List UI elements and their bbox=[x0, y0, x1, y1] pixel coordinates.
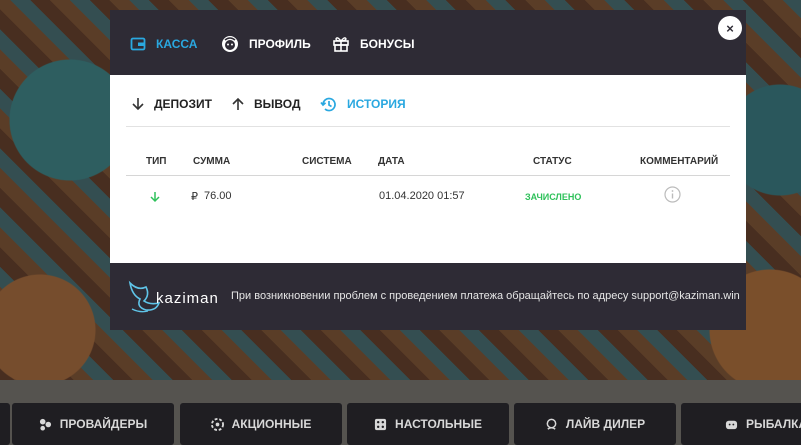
column-header-type: ТИП bbox=[146, 156, 167, 167]
subtab-label: ИСТОРИЯ bbox=[347, 97, 406, 111]
live-dealer-icon bbox=[546, 418, 557, 430]
nav-button-table-games[interactable]: НАСТОЛЬНЫЕ bbox=[347, 403, 509, 445]
tab-label: ПРОФИЛЬ bbox=[249, 37, 311, 51]
tab-label: КАССА bbox=[156, 37, 198, 51]
subtab-label: ВЫВОД bbox=[254, 97, 301, 111]
nav-button-live-dealer[interactable]: ЛАЙВ ДИЛЕР bbox=[514, 403, 676, 445]
table-row: ₽ 76.00 01.04.2020 01:57 ЗАЧИСЛЕНО bbox=[126, 176, 730, 220]
nav-button-label: НАСТОЛЬНЫЕ bbox=[395, 417, 482, 431]
currency-symbol: ₽ bbox=[191, 191, 198, 203]
modal-footer: kaziman При возникновении проблем с пров… bbox=[110, 263, 746, 330]
cashier-modal: × КАССА ПРОФИЛЬ БОНУСЫ ДЕПОЗИТ ВЫВОД ИСТ… bbox=[110, 10, 746, 330]
close-button[interactable]: × bbox=[718, 16, 742, 40]
nav-button-promo[interactable]: АКЦИОННЫЕ bbox=[180, 403, 342, 445]
subtab-history[interactable]: ИСТОРИЯ bbox=[320, 93, 406, 115]
wallet-icon bbox=[130, 37, 146, 51]
column-header-system: СИСТЕМА bbox=[302, 156, 352, 167]
nav-button-fishing[interactable]: РЫБАЛКА bbox=[681, 403, 801, 445]
status-badge: ЗАЧИСЛЕНО bbox=[525, 192, 582, 202]
providers-icon bbox=[39, 418, 51, 431]
table-header: ТИП СУММА СИСТЕМА ДАТА СТАТУС КОММЕНТАРИ… bbox=[126, 150, 730, 176]
arrow-up-icon bbox=[232, 97, 244, 110]
tab-bonuses[interactable]: БОНУСЫ bbox=[332, 34, 415, 54]
tab-label: БОНУСЫ bbox=[360, 37, 415, 51]
face-icon bbox=[222, 36, 238, 52]
promo-icon bbox=[210, 417, 224, 431]
support-message: При возникновении проблем с проведением … bbox=[231, 290, 740, 302]
amount-cell: 76.00 bbox=[204, 190, 232, 202]
kaziman-logo: kaziman bbox=[126, 277, 219, 315]
tab-profile[interactable]: ПРОФИЛЬ bbox=[221, 34, 311, 54]
gift-icon bbox=[333, 37, 349, 52]
date-cell: 01.04.2020 01:57 bbox=[379, 190, 465, 202]
subtab-withdraw[interactable]: ВЫВОД bbox=[232, 93, 301, 115]
nav-button-label: ЛАЙВ ДИЛЕР bbox=[565, 417, 646, 431]
dice-icon bbox=[374, 418, 387, 430]
history-icon bbox=[320, 97, 336, 111]
modal-header: × КАССА ПРОФИЛЬ БОНУСЫ bbox=[110, 10, 746, 75]
nav-button-partial[interactable] bbox=[0, 403, 10, 445]
subtab-deposit[interactable]: ДЕПОЗИТ bbox=[132, 93, 212, 115]
bottom-category-nav: ПРОВАЙДЕРЫ АКЦИОННЫЕ НАСТОЛЬНЫЕ ЛАЙВ ДИЛ… bbox=[0, 403, 801, 445]
fishing-icon bbox=[725, 420, 738, 429]
arrow-down-green-icon bbox=[150, 192, 160, 203]
nav-button-label: ПРОВАЙДЕРЫ bbox=[59, 417, 148, 431]
column-header-date: ДАТА bbox=[378, 156, 405, 167]
nav-button-providers[interactable]: ПРОВАЙДЕРЫ bbox=[12, 403, 174, 445]
cashier-subtabs: ДЕПОЗИТ ВЫВОД ИСТОРИЯ bbox=[126, 93, 730, 127]
history-table: ТИП СУММА СИСТЕМА ДАТА СТАТУС КОММЕНТАРИ… bbox=[126, 150, 730, 220]
close-icon: × bbox=[726, 20, 734, 36]
column-header-comment: КОММЕНТАРИЙ bbox=[640, 156, 719, 167]
info-icon[interactable] bbox=[664, 186, 681, 203]
tab-cashier[interactable]: КАССА bbox=[130, 34, 197, 54]
column-header-status: СТАТУС bbox=[533, 156, 572, 167]
column-header-amount: СУММА bbox=[193, 156, 231, 167]
arrow-down-icon bbox=[132, 98, 144, 111]
nav-button-label: АКЦИОННЫЕ bbox=[231, 417, 312, 431]
nav-button-label: РЫБАЛКА bbox=[746, 417, 801, 431]
logo-text: kaziman bbox=[156, 289, 219, 307]
subtab-label: ДЕПОЗИТ bbox=[154, 97, 212, 111]
